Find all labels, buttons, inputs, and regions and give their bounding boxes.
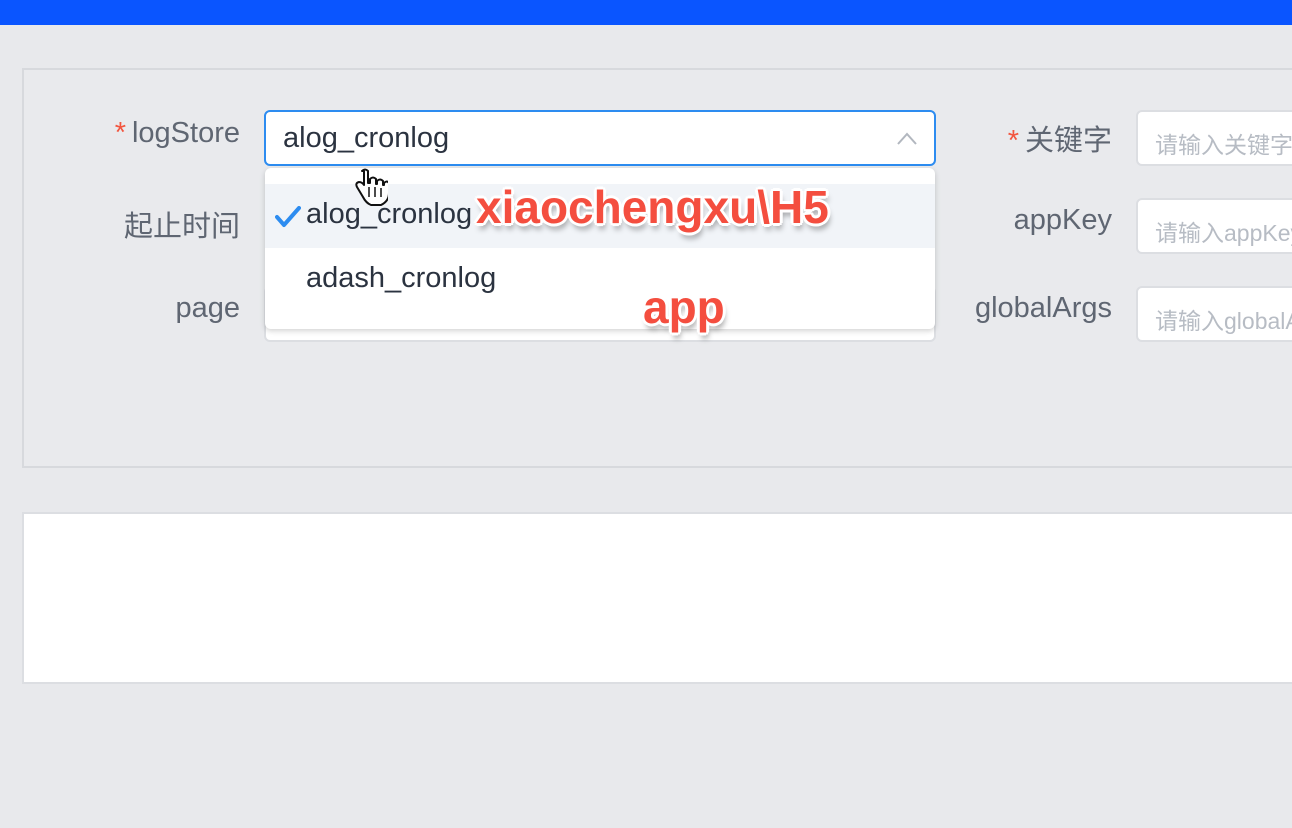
hand-pointer-cursor-icon bbox=[355, 168, 388, 206]
logstore-select-value: alog_cronlog bbox=[283, 122, 450, 154]
globalargs-label: globalArgs bbox=[974, 292, 1112, 324]
appkey-label: appKey bbox=[1013, 204, 1112, 236]
keyword-label: * 关键字 bbox=[1008, 117, 1112, 159]
option-label: adash_cronlog bbox=[306, 262, 497, 294]
logstore-label-text: logStore bbox=[131, 117, 240, 149]
option-label: alog_cronlog bbox=[306, 198, 473, 230]
required-mark: * bbox=[1007, 125, 1019, 157]
logstore-select[interactable]: alog_cronlog bbox=[264, 110, 936, 166]
keyword-input[interactable]: 请输入关键字 bbox=[1136, 110, 1292, 166]
appkey-input[interactable]: 请输入appKey bbox=[1136, 198, 1292, 254]
annotation-label-app: app bbox=[643, 281, 725, 333]
dropdown-option-adash-cronlog[interactable]: adash_cronlog bbox=[265, 248, 935, 312]
results-panel bbox=[22, 512, 1292, 684]
page-label: page bbox=[175, 292, 240, 324]
keyword-label-text: 关键字 bbox=[1024, 125, 1112, 157]
time-range-label: 起止时间 bbox=[123, 211, 240, 243]
required-mark: * bbox=[114, 117, 126, 149]
globalargs-input[interactable]: 请输入globalArgs bbox=[1136, 286, 1292, 342]
logstore-label: * logStore bbox=[115, 117, 240, 150]
chevron-up-icon bbox=[897, 132, 917, 145]
check-icon bbox=[275, 206, 301, 227]
annotation-label-h5: xiaochengxu\H5 bbox=[476, 181, 829, 233]
top-navigation-bar bbox=[0, 0, 1292, 25]
